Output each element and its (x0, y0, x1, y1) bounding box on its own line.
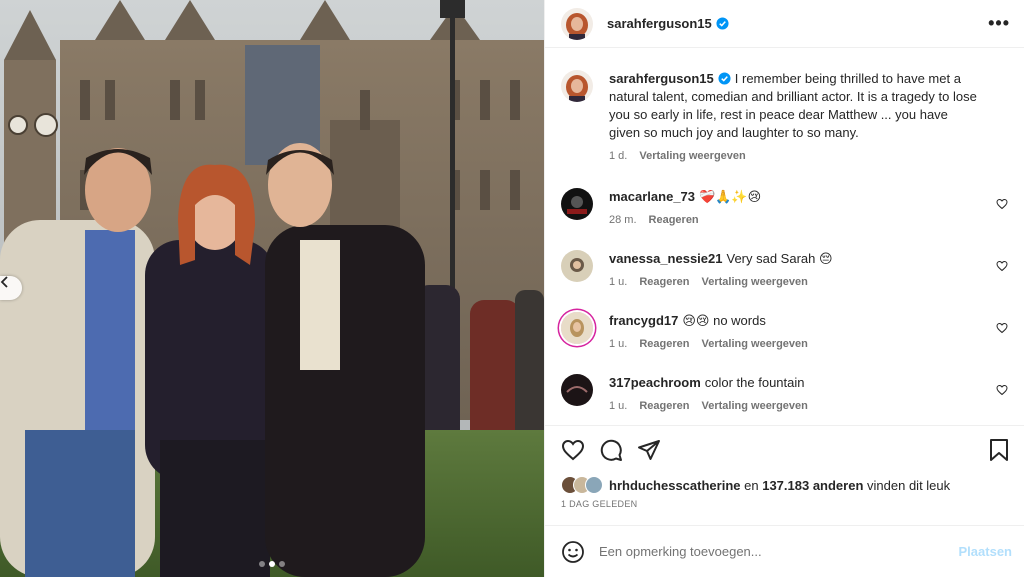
post-date[interactable]: 1 DAG GELEDEN (545, 497, 1024, 519)
comment-time[interactable]: 28 m. (609, 214, 637, 226)
reply-button[interactable]: Reageren (639, 276, 689, 288)
save-button[interactable] (988, 438, 1010, 462)
reply-button[interactable]: Reageren (639, 400, 689, 412)
comment-time[interactable]: 1 u. (609, 338, 627, 350)
likes-connector: en (744, 477, 759, 493)
slide-indicators (0, 561, 544, 567)
like-comment-heart-icon[interactable] (996, 260, 1008, 272)
caption-avatar[interactable] (561, 70, 593, 102)
translate-link[interactable]: Vertaling weergeven (702, 338, 808, 350)
post-media[interactable] (0, 0, 544, 577)
more-options-button[interactable]: ••• (988, 13, 1010, 34)
comment-body: macarlane_73 ❤️‍🩹🙏✨😢 28 m. Reageren (609, 188, 1008, 226)
caption-translate-link[interactable]: Vertaling weergeven (639, 150, 745, 162)
verified-badge-icon (718, 72, 731, 85)
comment-username[interactable]: vanessa_nessie21 (609, 251, 722, 266)
comment-input[interactable] (599, 544, 959, 559)
paper-plane-icon (638, 439, 660, 460)
slide-dot (279, 561, 285, 567)
comment-text: Very sad Sarah 😔 (726, 251, 833, 266)
author-avatar[interactable] (561, 7, 593, 40)
caption-meta: 1 d. Vertaling weergeven (609, 150, 978, 162)
caption-username[interactable]: sarahferguson15 (609, 71, 714, 86)
comment-username[interactable]: 317peachroom (609, 375, 701, 390)
caption-text-block: sarahferguson15 I remember being thrilled… (609, 70, 978, 142)
comment-body: 317peachroom color the fountain 1 u. Reag… (609, 374, 1008, 412)
comment-text: ❤️‍🩹🙏✨😢 (699, 189, 762, 204)
translate-link[interactable]: Vertaling weergeven (702, 400, 808, 412)
like-comment-heart-icon[interactable] (996, 198, 1008, 210)
likes-others-link[interactable]: 137.183 anderen (762, 478, 863, 493)
like-comment-heart-icon[interactable] (996, 322, 1008, 334)
post-side-panel: sarahferguson15 ••• sarahferguson15 I re… (544, 0, 1024, 577)
add-comment-bar: Plaatsen (545, 525, 1024, 577)
caption-time[interactable]: 1 d. (609, 150, 627, 162)
comment-username[interactable]: francygd17 (609, 313, 678, 328)
post-comment-button[interactable]: Plaatsen (959, 544, 1012, 559)
slide-dot-active (269, 561, 275, 567)
bookmark-icon (990, 438, 1008, 461)
comment-username[interactable]: macarlane_73 (609, 189, 695, 204)
first-liker-username[interactable]: hrhduchesscatherine (609, 478, 741, 493)
post-header: sarahferguson15 ••• (545, 0, 1024, 48)
comment-row: vanessa_nessie21 Very sad Sarah 😔 1 u. Re… (561, 250, 1008, 288)
liker-avatar (585, 476, 603, 494)
comment-text: color the fountain (704, 375, 805, 390)
comment-body: vanessa_nessie21 Very sad Sarah 😔 1 u. Re… (609, 250, 1008, 288)
verified-badge-icon (716, 17, 729, 30)
like-button[interactable] (561, 438, 585, 462)
comment-row: 317peachroom color the fountain 1 u. Reag… (561, 374, 1008, 412)
share-button[interactable] (637, 438, 661, 462)
caption: sarahferguson15 I remember being thrilled… (561, 70, 1008, 162)
likes-suffix: vinden dit leuk (867, 477, 951, 493)
comment-time[interactable]: 1 u. (609, 400, 627, 412)
comment-row: francygd17 😢😢 no words 1 u. Reageren Vert… (561, 312, 1008, 350)
post-photo (0, 0, 544, 577)
liker-avatars[interactable] (561, 476, 603, 494)
comment-bubble-icon (600, 439, 622, 461)
reply-button[interactable]: Reageren (639, 338, 689, 350)
comment-row: macarlane_73 ❤️‍🩹🙏✨😢 28 m. Reageren (561, 188, 1008, 226)
commenter-avatar[interactable] (561, 188, 593, 220)
slide-dot (259, 561, 265, 567)
commenter-avatar[interactable] (561, 374, 593, 406)
commenter-avatar[interactable] (561, 250, 593, 282)
instagram-post: sarahferguson15 ••• sarahferguson15 I re… (0, 0, 1024, 577)
chevron-left-icon (0, 276, 8, 288)
heart-icon (561, 439, 585, 460)
commenter-avatar-with-story[interactable] (561, 312, 593, 344)
emoji-smiley-icon[interactable] (561, 540, 585, 564)
comment-text: 😢😢 no words (682, 313, 766, 328)
comment-time[interactable]: 1 u. (609, 276, 627, 288)
post-action-bar (545, 425, 1024, 473)
reply-button[interactable]: Reageren (649, 214, 699, 226)
like-comment-heart-icon[interactable] (996, 384, 1008, 396)
comment-button[interactable] (599, 438, 623, 462)
comment-body: francygd17 😢😢 no words 1 u. Reageren Vert… (609, 312, 1008, 350)
caption-body: sarahferguson15 I remember being thrilled… (609, 70, 1008, 162)
likes-summary: hrhduchesscatherine en 137.183 anderen v… (545, 473, 1024, 497)
comments-section: sarahferguson15 I remember being thrilled… (545, 48, 1024, 425)
author-username[interactable]: sarahferguson15 (607, 16, 712, 31)
translate-link[interactable]: Vertaling weergeven (702, 276, 808, 288)
